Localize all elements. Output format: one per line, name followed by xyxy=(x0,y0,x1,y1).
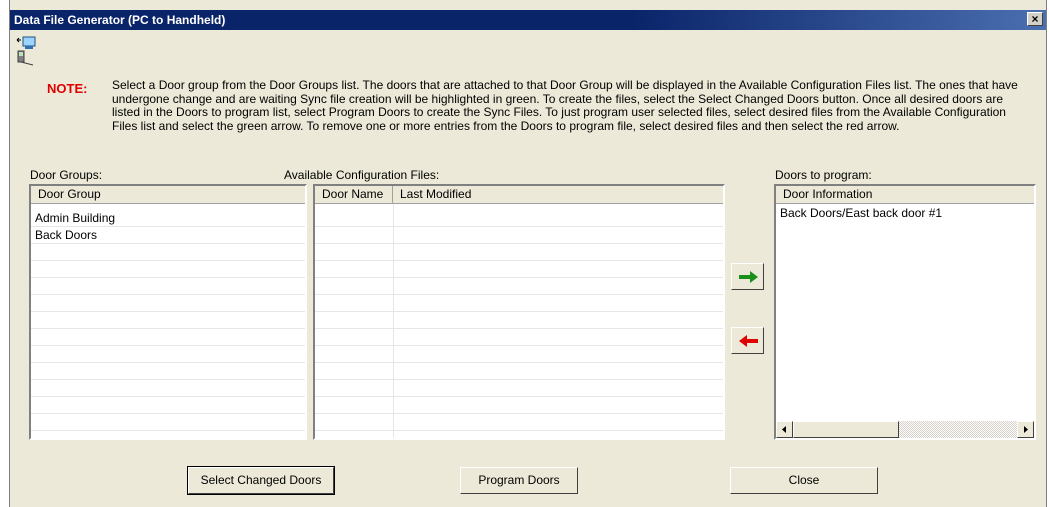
table-row xyxy=(315,278,723,295)
door-group-column-header[interactable]: Door Group xyxy=(31,186,305,204)
list-item xyxy=(31,261,305,278)
select-changed-doors-button[interactable]: Select Changed Doors xyxy=(187,466,335,495)
door-groups-label: Door Groups: xyxy=(30,168,103,182)
doors-to-program-list[interactable]: Door Information Back Doors/East back do… xyxy=(774,184,1036,440)
table-row xyxy=(315,363,723,380)
pc-to-handheld-icon xyxy=(16,36,36,66)
note-label: NOTE: xyxy=(47,81,88,96)
list-item xyxy=(31,295,305,312)
list-item xyxy=(31,380,305,397)
list-item xyxy=(31,244,305,261)
list-item[interactable]: Back Doors xyxy=(31,227,305,244)
table-row xyxy=(315,380,723,397)
program-doors-button[interactable]: Program Doors xyxy=(460,467,578,494)
table-row xyxy=(315,227,723,244)
close-window-button[interactable]: × xyxy=(1027,12,1043,26)
door-groups-list[interactable]: Door Group Admin Building Back Doors xyxy=(29,184,307,440)
green-right-arrow-icon xyxy=(739,271,758,283)
table-row xyxy=(315,414,723,431)
list-item xyxy=(31,329,305,346)
note-text: Select a Door group from the Door Groups… xyxy=(112,78,1018,133)
list-item[interactable]: Back Doors/East back door #1 xyxy=(776,205,1034,222)
list-item[interactable]: Admin Building xyxy=(31,210,305,227)
table-row xyxy=(315,397,723,414)
table-row xyxy=(315,346,723,363)
list-item xyxy=(31,346,305,363)
last-modified-column-header[interactable]: Last Modified xyxy=(393,186,723,204)
red-left-arrow-icon xyxy=(739,335,758,347)
list-item xyxy=(31,397,305,414)
scroll-left-button[interactable] xyxy=(776,421,793,438)
list-item xyxy=(31,414,305,431)
horizontal-scrollbar[interactable] xyxy=(776,421,1034,438)
scroll-right-button[interactable] xyxy=(1017,421,1034,438)
title-bar[interactable]: Data File Generator (PC to Handheld) × xyxy=(10,10,1046,30)
remove-from-program-button[interactable] xyxy=(731,327,764,354)
scroll-track[interactable] xyxy=(899,421,1017,438)
close-button[interactable]: Close xyxy=(730,467,878,494)
table-row xyxy=(315,261,723,278)
scroll-thumb[interactable] xyxy=(793,421,899,438)
list-item xyxy=(31,363,305,380)
available-files-label: Available Configuration Files: xyxy=(284,168,440,182)
list-item xyxy=(31,278,305,295)
available-files-list[interactable]: Door Name Last Modified xyxy=(313,184,725,440)
door-information-column-header[interactable]: Door Information xyxy=(776,186,1034,204)
data-file-generator-window: Data File Generator (PC to Handheld) × N… xyxy=(9,0,1047,507)
list-item xyxy=(31,312,305,329)
table-row xyxy=(315,295,723,312)
add-to-program-button[interactable] xyxy=(731,263,764,290)
table-row xyxy=(315,312,723,329)
doors-to-program-label: Doors to program: xyxy=(775,168,872,182)
table-row xyxy=(315,210,723,227)
door-name-column-header[interactable]: Door Name xyxy=(315,186,393,204)
scroll-left-arrow-icon xyxy=(782,426,786,433)
table-row xyxy=(315,244,723,261)
table-row xyxy=(315,329,723,346)
window-title: Data File Generator (PC to Handheld) xyxy=(14,13,226,27)
scroll-right-arrow-icon xyxy=(1024,426,1028,433)
